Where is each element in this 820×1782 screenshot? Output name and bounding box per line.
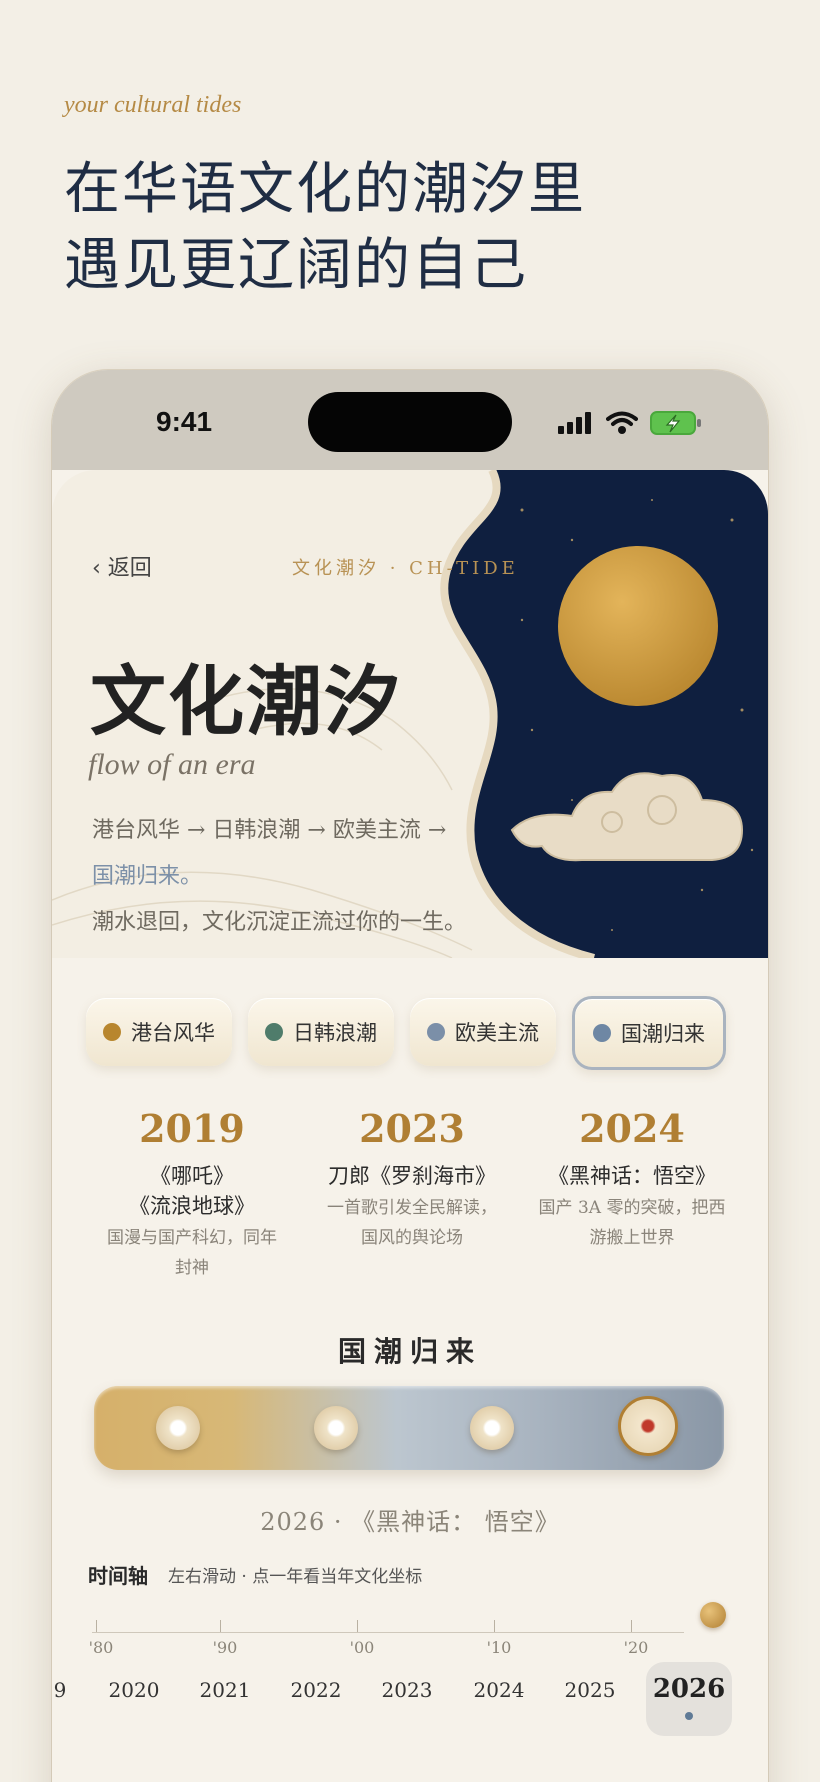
year-item[interactable]: 2025 (565, 1678, 616, 1702)
ruler-tick-label: '20 (623, 1638, 649, 1657)
year-title: 《流浪地球》 (129, 1194, 255, 1218)
year-highlights: 2019 《哪吒》 《流浪地球》 国漫与国产科幻，同年 封神 2023 刀郎《罗… (82, 1106, 742, 1283)
slider-stop[interactable] (156, 1406, 200, 1450)
year-item[interactable]: 2022 (291, 1678, 342, 1702)
chip-dot-icon (593, 1024, 611, 1042)
wifi-icon (606, 411, 638, 434)
year-number: 2024 (579, 1106, 685, 1151)
timeline-label: 时间轴 (88, 1564, 148, 1588)
ruler-tick (494, 1620, 495, 1632)
hero-title-en: flow of an era (88, 748, 256, 781)
status-icons (558, 410, 702, 436)
ruler-handle[interactable] (700, 1602, 726, 1628)
tagline: your cultural tides (64, 92, 242, 118)
back-button[interactable]: ‹ 返回 (92, 550, 152, 582)
status-time: 9:41 (156, 406, 213, 437)
chip-label: 国潮归来 (621, 1022, 705, 1046)
year-item-selected[interactable]: 2026 (646, 1662, 732, 1736)
ruler-tick (96, 1620, 97, 1632)
chip-label: 日韩浪潮 (293, 1021, 377, 1045)
chip-rihan[interactable]: 日韩浪潮 (248, 998, 394, 1066)
ruler-tick-label: '90 (212, 1638, 238, 1657)
chip-oumei[interactable]: 欧美主流 (410, 998, 556, 1066)
year-item[interactable]: 2024 (474, 1678, 525, 1702)
year-desc: 国漫与国产科幻，同年 (107, 1228, 277, 1248)
timeline-ruler[interactable]: '80 '90 '00 '10 '20 (88, 1606, 692, 1657)
section-title: 国潮归来 (337, 1335, 482, 1368)
slider-stop-active[interactable] (618, 1396, 678, 1456)
ruler-tick-label: '00 (349, 1638, 375, 1657)
signal-icon (558, 412, 591, 434)
ruler-tick-label: '10 (486, 1638, 512, 1657)
year-number: 2023 (359, 1106, 465, 1151)
slider-stop[interactable] (470, 1406, 514, 1450)
hero-title: 文化潮汐 (90, 657, 402, 746)
chip-dot-icon (265, 1023, 283, 1041)
ruler-tick (631, 1620, 632, 1632)
year-number: 2019 (139, 1106, 245, 1151)
era-chips: 港台风华 日韩浪潮 欧美主流 国潮归来 (86, 996, 726, 1070)
ruler-tick (220, 1620, 221, 1632)
year-item[interactable]: 9 (54, 1678, 67, 1702)
selected-dot-icon (685, 1712, 693, 1720)
ruler-tick (357, 1620, 358, 1632)
slider-stop[interactable] (314, 1406, 358, 1450)
ruler-line (92, 1632, 684, 1633)
hero-description: 港台风华 → 日韩浪潮 → 欧美主流 → 国潮归来。 潮水退回，文化沉淀正流过你… (92, 808, 512, 946)
phone-frame: 9:41 ‹ 返回 文化潮汐 · CH-TIDE 文化潮汐 flow of an… (52, 370, 768, 1782)
year-title: 《黑神话：悟空》 (548, 1164, 716, 1188)
year-item[interactable]: 2023 (382, 1678, 433, 1702)
ruler-tick-label: '80 (88, 1638, 114, 1657)
dynamic-island (308, 392, 512, 452)
hero-subtitle: 文化潮汐 · CH-TIDE (292, 558, 519, 579)
year-desc: 国风的舆论场 (361, 1228, 463, 1248)
headline: 在华语文化的潮汐里 遇见更辽阔的自己 (64, 152, 586, 304)
battery-charging-icon (650, 411, 701, 435)
chip-guochao[interactable]: 国潮归来 (572, 996, 726, 1070)
chip-label: 港台风华 (131, 1021, 215, 1045)
hero-card: ‹ 返回 文化潮汐 · CH-TIDE 文化潮汐 flow of an era … (52, 470, 768, 958)
era-slider[interactable] (94, 1386, 724, 1470)
year-desc: 游搬上世界 (589, 1228, 675, 1248)
year-title: 刀郎《罗刹海市》 (328, 1164, 496, 1188)
year-item[interactable]: 2021 (200, 1678, 251, 1702)
chip-dot-icon (103, 1023, 121, 1041)
year-card[interactable]: 2019 《哪吒》 《流浪地球》 国漫与国产科幻，同年 封神 (82, 1106, 302, 1283)
timeline-hint: 左右滑动 · 点一年看当年文化坐标 (168, 1567, 423, 1587)
year-strip[interactable]: 9 2020 2021 2022 2023 2024 2025 2026 (52, 1660, 768, 1740)
year-card[interactable]: 2024 《黑神话：悟空》 国产 3A 零的突破，把西 游搬上世界 (522, 1106, 742, 1283)
status-bar: 9:41 (52, 370, 768, 470)
hero-desc-highlight: 国潮归来。 (92, 864, 203, 889)
year-desc: 一首歌引发全民解读， (327, 1198, 497, 1218)
hero-desc-line-1: 港台风华 → 日韩浪潮 → 欧美主流 → (92, 818, 447, 843)
year-desc: 封神 (175, 1258, 209, 1278)
year-desc: 国产 3A 零的突破，把西 (538, 1198, 726, 1218)
chip-label: 欧美主流 (455, 1021, 539, 1045)
chip-dot-icon (427, 1023, 445, 1041)
headline-line-1: 在华语文化的潮汐里 (64, 157, 586, 222)
selected-year-label: 2026 (652, 1674, 726, 1704)
chip-gangtai[interactable]: 港台风华 (86, 998, 232, 1066)
year-card[interactable]: 2023 刀郎《罗刹海市》 一首歌引发全民解读， 国风的舆论场 (302, 1106, 522, 1283)
year-item[interactable]: 2020 (109, 1678, 160, 1702)
year-title: 《哪吒》 (150, 1164, 234, 1188)
selection-caption: 2026 · 《黑神话： 悟空》 (260, 1508, 560, 1536)
headline-line-2: 遇见更辽阔的自己 (64, 233, 528, 298)
hero-desc-line-2: 潮水退回，文化沉淀正流过你的一生。 (92, 910, 467, 935)
